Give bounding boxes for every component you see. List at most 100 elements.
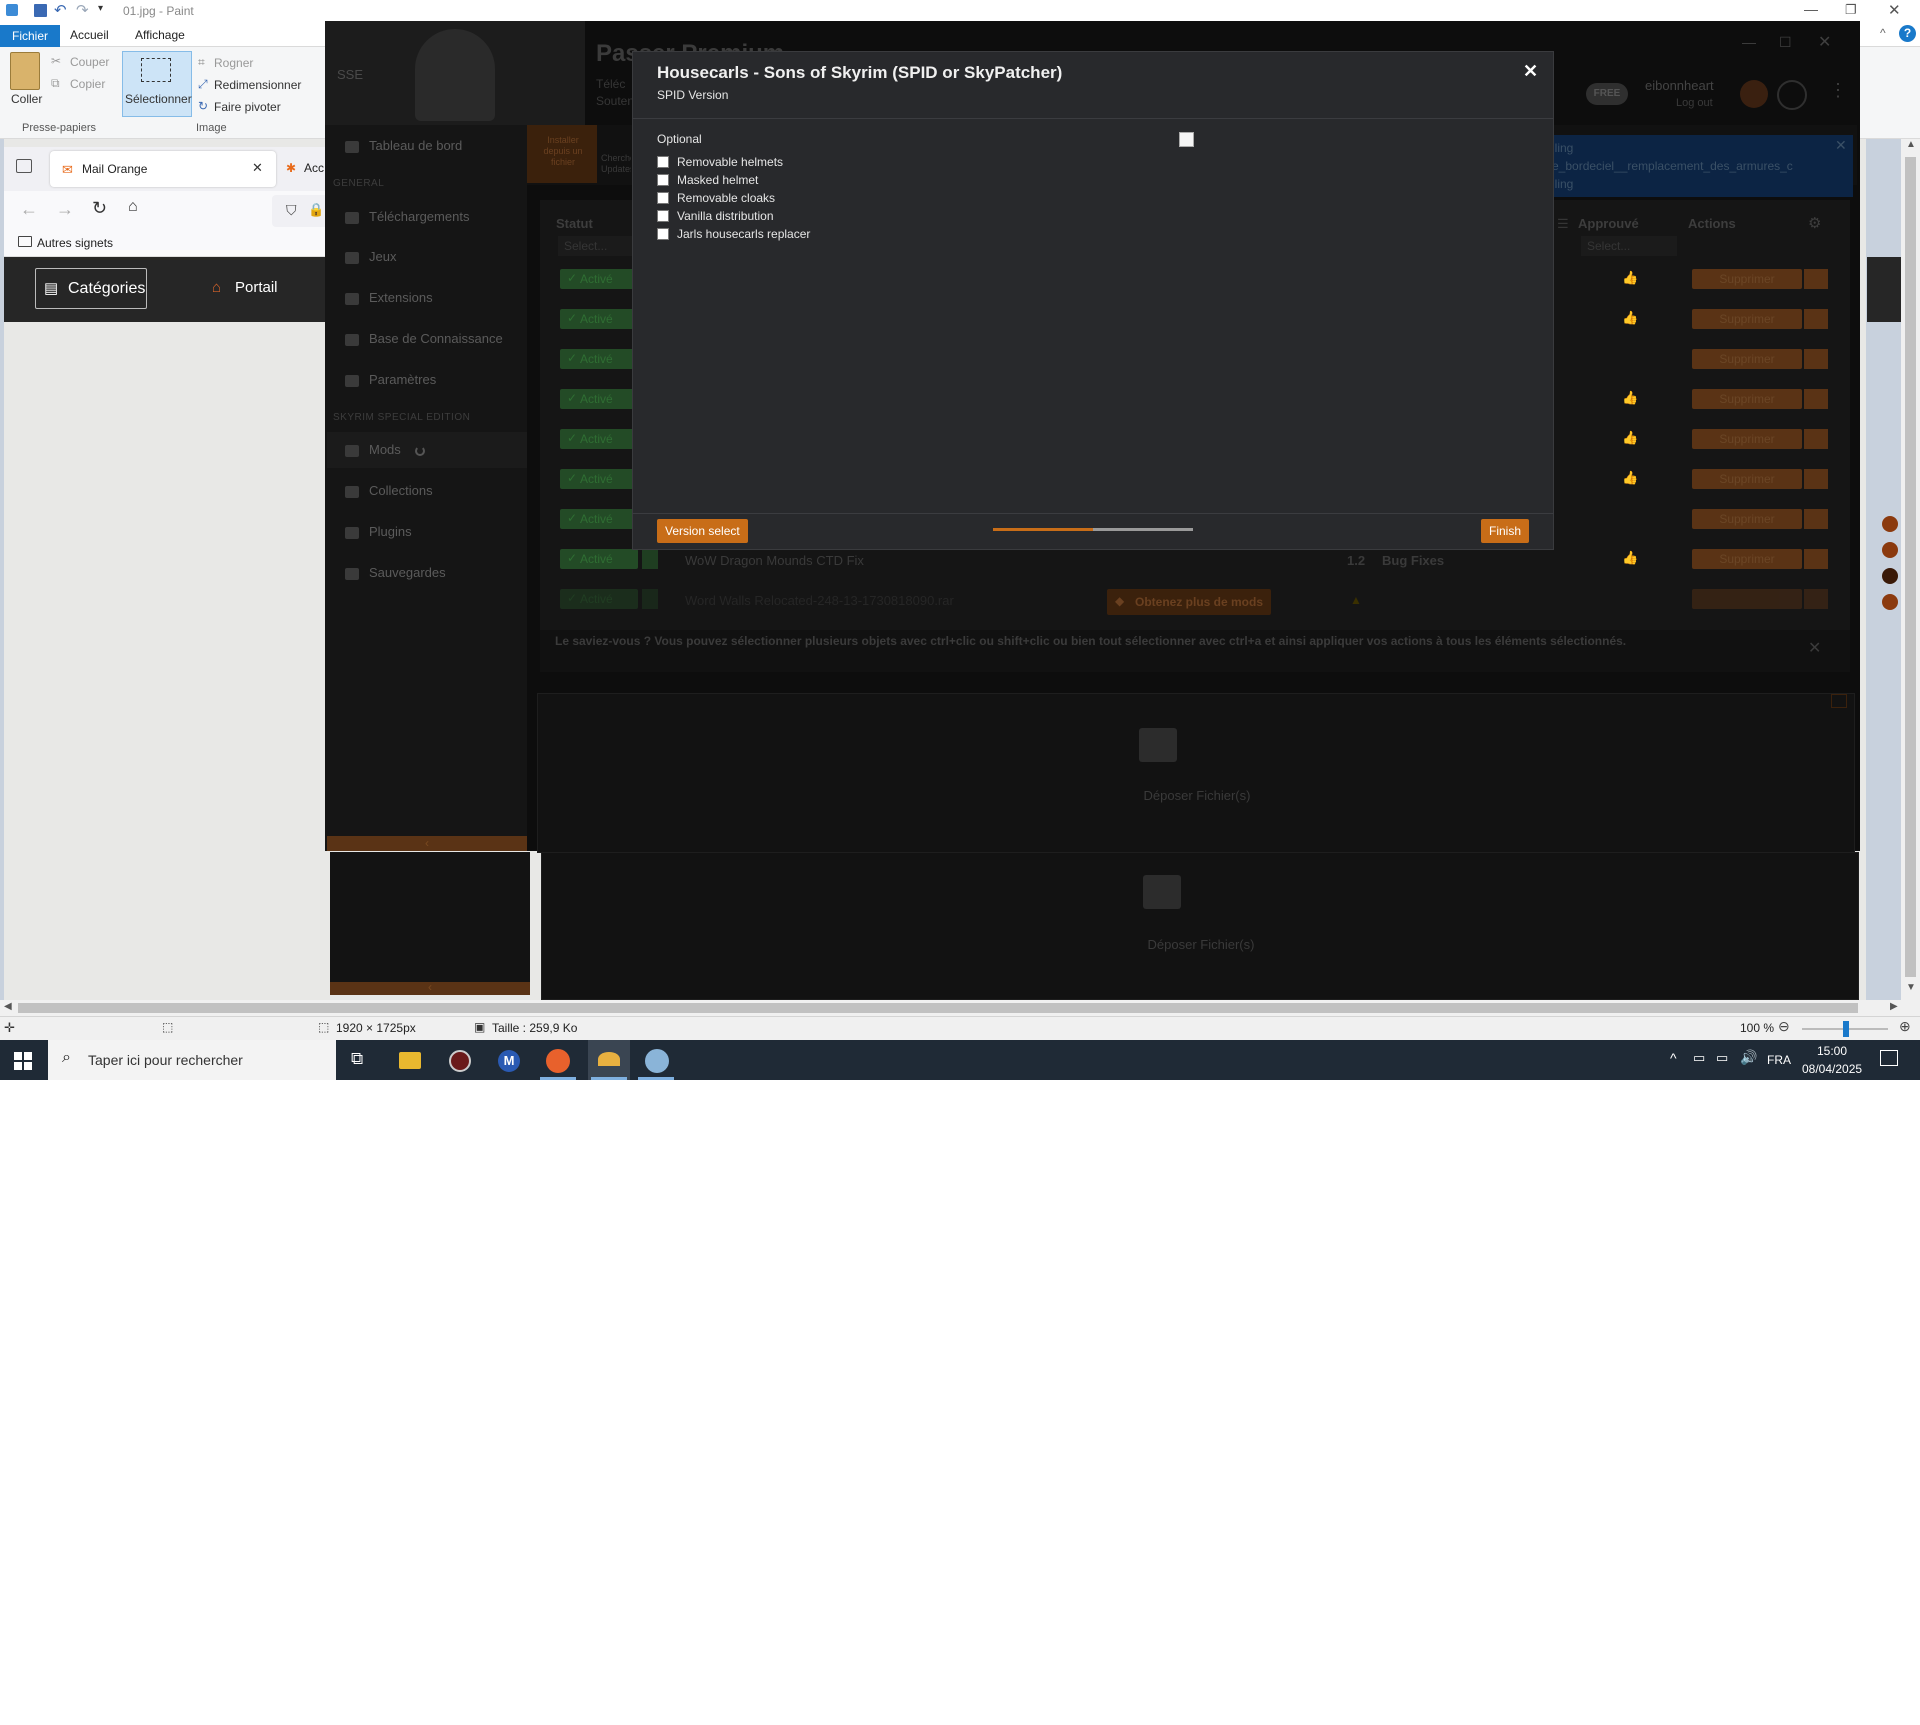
endorse-icon[interactable]: 👍: [1622, 550, 1638, 566]
back-icon[interactable]: ←: [20, 199, 38, 220]
option-vanilla-distribution[interactable]: Vanilla distribution: [657, 208, 774, 224]
zoom-out-icon[interactable]: ⊖: [1778, 1018, 1790, 1035]
delete-button[interactable]: Supprimer: [1692, 349, 1802, 369]
task-view-icon[interactable]: ⧉: [351, 1049, 363, 1069]
checkbox[interactable]: [657, 155, 669, 168]
endorse-icon[interactable]: 👍: [1622, 430, 1638, 446]
delete-dropdown[interactable]: [1804, 349, 1828, 369]
hscroll-thumb[interactable]: [18, 1003, 1858, 1013]
scroll-up-icon[interactable]: ▲: [1906, 139, 1916, 150]
col-status-header[interactable]: Statut: [556, 216, 593, 231]
nav-dashboard[interactable]: Tableau de bord: [345, 136, 462, 156]
delete-dropdown[interactable]: [1804, 509, 1828, 529]
dialog-close-icon[interactable]: ✕: [1523, 61, 1538, 82]
close-tab-icon[interactable]: ✕: [252, 160, 263, 176]
collapse-ribbon-icon[interactable]: ^: [1880, 26, 1886, 40]
delete-dropdown[interactable]: [1804, 269, 1828, 289]
tab-overview-icon[interactable]: [16, 159, 32, 173]
carousel-dot-icon[interactable]: [1882, 594, 1898, 610]
delete-button[interactable]: Supprimer: [1692, 389, 1802, 409]
firefox-icon[interactable]: [546, 1049, 570, 1073]
option-removable-cloaks[interactable]: Removable cloaks: [657, 190, 775, 206]
checkbox[interactable]: [657, 227, 669, 240]
portal-link[interactable]: Portail: [235, 279, 278, 296]
delete-button[interactable]: [1692, 589, 1802, 609]
scroll-down-icon[interactable]: ▼: [1906, 982, 1916, 993]
endorse-icon[interactable]: 👍: [1622, 470, 1638, 486]
zoom-slider-thumb[interactable]: [1843, 1021, 1849, 1037]
paste-icon[interactable]: [10, 52, 40, 90]
horizontal-scrollbar[interactable]: ◀ ▶: [0, 1000, 1920, 1016]
endorse-icon[interactable]: 👍: [1622, 310, 1638, 326]
status-dropdown[interactable]: [642, 549, 658, 569]
clock-date[interactable]: 08/04/2025: [1802, 1062, 1862, 1076]
file-explorer-icon[interactable]: [399, 1052, 421, 1069]
cut-button[interactable]: Couper: [70, 55, 109, 69]
dismiss-tip-icon[interactable]: ✕: [1808, 638, 1821, 658]
nav-collections[interactable]: Collections: [345, 481, 433, 501]
close-icon[interactable]: ✕: [1888, 1, 1901, 19]
copy-button[interactable]: Copier: [70, 77, 105, 91]
check-updates-button[interactable]: Chercher Updates: [599, 125, 631, 183]
nav-saves[interactable]: Sauvegardes: [345, 563, 446, 583]
column-settings-gear-icon[interactable]: ⚙: [1808, 214, 1821, 232]
nav-extensions[interactable]: Extensions: [345, 288, 433, 308]
scroll-thumb[interactable]: [1905, 157, 1916, 977]
zoom-in-icon[interactable]: ⊕: [1899, 1018, 1911, 1035]
drop-zone[interactable]: Déposer Fichier(s): [537, 693, 1855, 853]
endorse-icon[interactable]: 👍: [1622, 270, 1638, 286]
paint-taskbar-icon[interactable]: [645, 1049, 669, 1073]
notification-center-icon[interactable]: [1880, 1050, 1898, 1066]
scroll-left-icon[interactable]: ◀: [4, 1001, 12, 1012]
option-removable-helmets[interactable]: Removable helmets: [657, 154, 783, 170]
approved-filter[interactable]: Select...: [1581, 236, 1677, 256]
dismiss-notification-icon[interactable]: ✕: [1835, 137, 1847, 154]
delete-dropdown[interactable]: [1804, 549, 1828, 569]
get-more-mods-button[interactable]: ◆ Obtenez plus de mods: [1107, 589, 1271, 615]
home-icon[interactable]: ⌂: [128, 198, 138, 216]
nav-mods[interactable]: Mods: [345, 440, 425, 460]
delete-dropdown[interactable]: [1804, 589, 1828, 609]
vortex-maximize-icon[interactable]: ☐: [1779, 34, 1792, 51]
show-hidden-icons-icon[interactable]: ^: [1670, 1050, 1677, 1066]
delete-dropdown[interactable]: [1804, 469, 1828, 489]
vortex-taskbar-button[interactable]: [588, 1040, 630, 1080]
nav-plugins[interactable]: Plugins: [345, 522, 412, 542]
checkbox[interactable]: [657, 209, 669, 222]
more-menu-icon[interactable]: ⋮: [1829, 80, 1847, 101]
tab-view[interactable]: Affichage: [123, 24, 197, 46]
tab-file[interactable]: Fichier: [0, 25, 61, 47]
zoom-slider[interactable]: [1802, 1021, 1888, 1037]
notification-bell-icon[interactable]: [1777, 80, 1807, 110]
delete-button[interactable]: Supprimer: [1692, 469, 1802, 489]
crop-button[interactable]: Rogner: [214, 56, 253, 70]
vortex-minimize-icon[interactable]: —: [1742, 34, 1756, 50]
nav-knowledge[interactable]: Base de Connaissance: [345, 329, 503, 349]
carousel-dot-icon[interactable]: [1882, 516, 1898, 532]
browser-tab-mail[interactable]: ✉ Mail Orange ✕: [50, 151, 276, 187]
select-tool[interactable]: Sélectionner: [122, 51, 192, 117]
taskbar-search[interactable]: ⌕ Taper ici pour rechercher: [48, 1040, 336, 1080]
restore-icon[interactable]: ❐: [1845, 2, 1857, 18]
carousel-dot-icon[interactable]: [1882, 542, 1898, 558]
redo-icon[interactable]: ↷: [76, 1, 89, 19]
network-icon[interactable]: ▭: [1716, 1050, 1728, 1066]
save-icon[interactable]: [34, 4, 47, 17]
meet-now-icon[interactable]: ▭: [1693, 1050, 1705, 1066]
delete-button[interactable]: Supprimer: [1692, 509, 1802, 529]
finish-button[interactable]: Finish: [1481, 519, 1530, 543]
delete-dropdown[interactable]: [1804, 389, 1828, 409]
nav-downloads[interactable]: Téléchargements: [345, 207, 469, 227]
rotate-button[interactable]: Faire pivoter: [214, 100, 281, 114]
app-icon[interactable]: [449, 1050, 471, 1072]
reload-icon[interactable]: ↻: [92, 198, 107, 219]
url-bar[interactable]: ⛉ 🔒: [272, 195, 332, 227]
drop-zone-toggle-icon[interactable]: [1831, 694, 1847, 708]
delete-dropdown[interactable]: [1804, 309, 1828, 329]
tab-home[interactable]: Accueil: [58, 24, 121, 46]
scroll-right-icon[interactable]: ▶: [1890, 1001, 1898, 1012]
delete-button[interactable]: Supprimer: [1692, 549, 1802, 569]
delete-button[interactable]: Supprimer: [1692, 429, 1802, 449]
option-jarls-housecarls[interactable]: Jarls housecarls replacer: [657, 226, 810, 242]
clock-time[interactable]: 15:00: [1817, 1044, 1847, 1058]
